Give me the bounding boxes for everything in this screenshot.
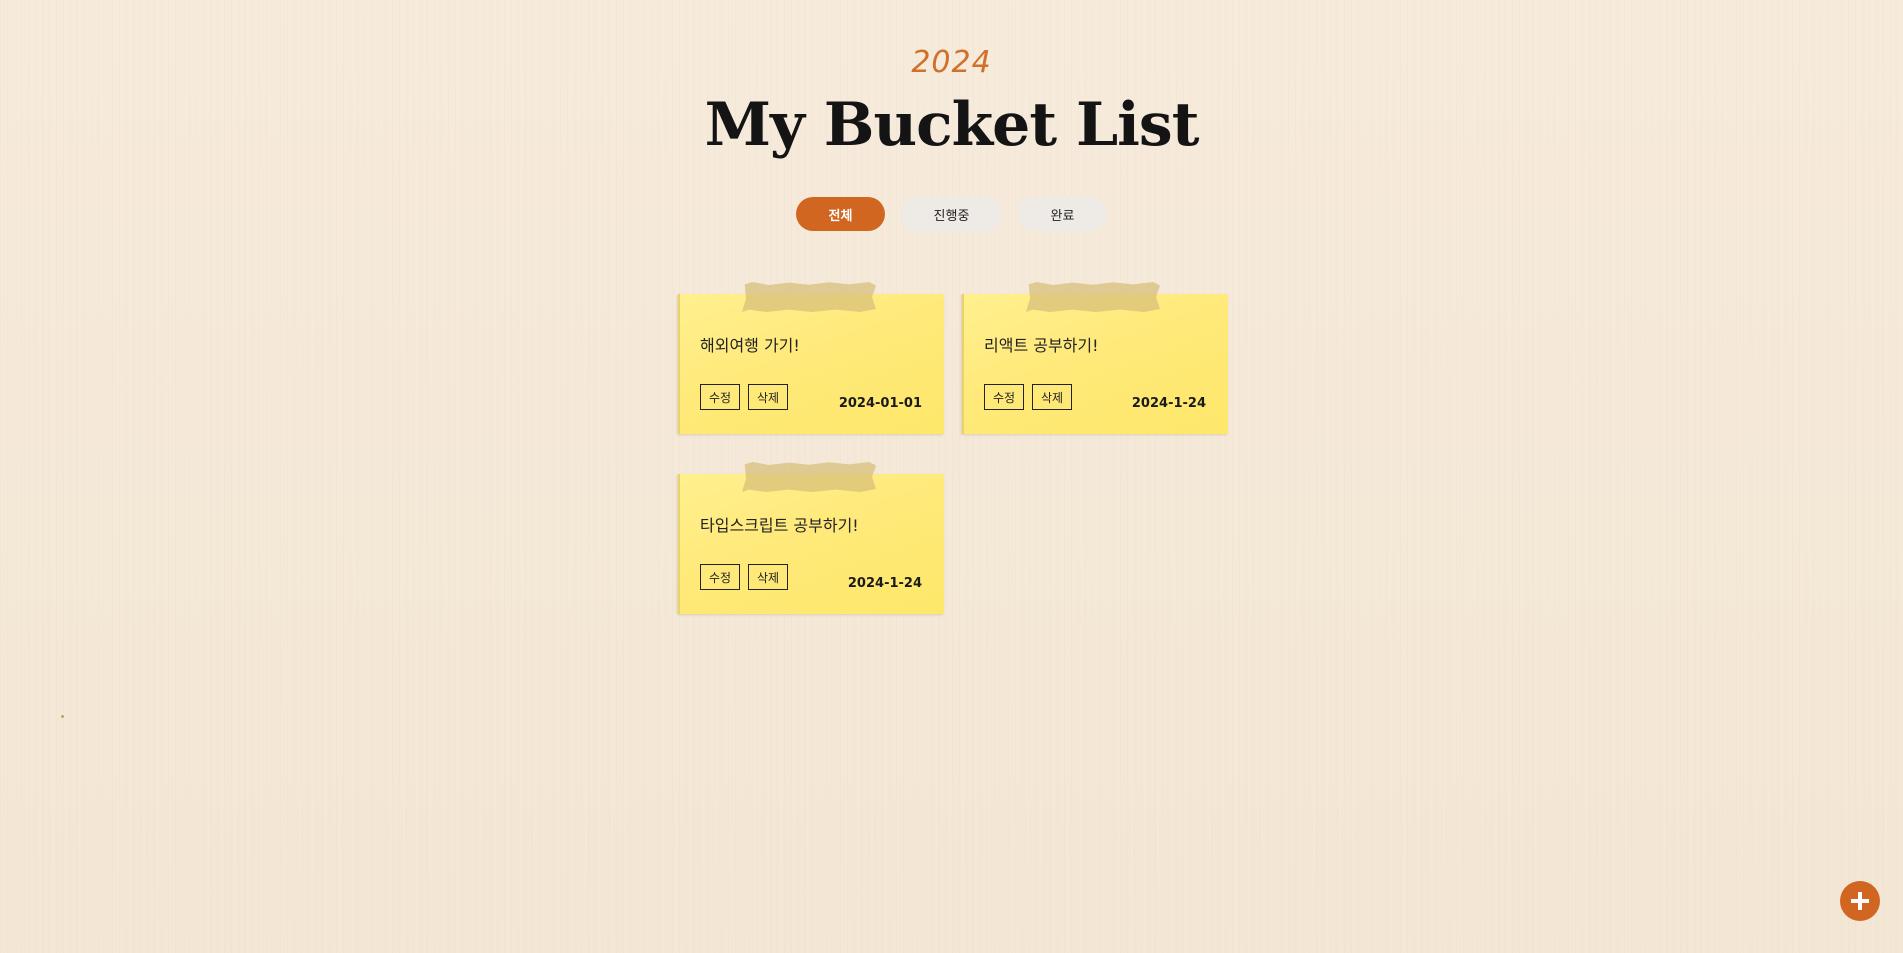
background-speck [61, 715, 64, 718]
card-date: 2024-1-24 [1131, 396, 1206, 411]
card-actions: 수정 삭제 [700, 384, 788, 410]
card-date: 2024-01-01 [838, 396, 922, 411]
card-date: 2024-1-24 [847, 576, 922, 591]
tape-decoration [1026, 282, 1160, 312]
year-label: 2024 [911, 45, 992, 80]
card-text: 리액트 공부하기! [984, 336, 1099, 355]
card-actions: 수정 삭제 [984, 384, 1072, 410]
delete-button[interactable]: 삭제 [748, 564, 788, 590]
delete-button[interactable]: 삭제 [1032, 384, 1072, 410]
tape-decoration [742, 282, 876, 312]
plus-icon [1851, 892, 1869, 910]
filter-completed-button[interactable]: 완료 [1018, 197, 1107, 231]
edit-button[interactable]: 수정 [700, 384, 740, 410]
filter-in-progress-button[interactable]: 진행중 [901, 197, 1002, 231]
bucket-card: 타입스크립트 공부하기! 수정 삭제 2024-1-24 [678, 462, 944, 614]
card-text: 해외여행 가기! [700, 336, 800, 355]
edit-button[interactable]: 수정 [700, 564, 740, 590]
sticky-note: 리액트 공부하기! 수정 삭제 2024-1-24 [962, 294, 1228, 434]
filter-tabs: 전체 진행중 완료 [0, 197, 1903, 231]
bucket-card: 리액트 공부하기! 수정 삭제 2024-1-24 [962, 282, 1228, 434]
delete-button[interactable]: 삭제 [748, 384, 788, 410]
sticky-note: 타입스크립트 공부하기! 수정 삭제 2024-1-24 [678, 474, 944, 614]
add-item-button[interactable] [1840, 881, 1880, 921]
page-title: My Bucket List [704, 90, 1200, 160]
filter-all-button[interactable]: 전체 [796, 197, 885, 231]
bucket-card: 해외여행 가기! 수정 삭제 2024-01-01 [678, 282, 944, 434]
edit-button[interactable]: 수정 [984, 384, 1024, 410]
card-actions: 수정 삭제 [700, 564, 788, 590]
card-text: 타입스크립트 공부하기! [700, 516, 859, 535]
sticky-note: 해외여행 가기! 수정 삭제 2024-01-01 [678, 294, 944, 434]
tape-decoration [742, 462, 876, 492]
page-header: 2024 My Bucket List [0, 44, 1903, 160]
